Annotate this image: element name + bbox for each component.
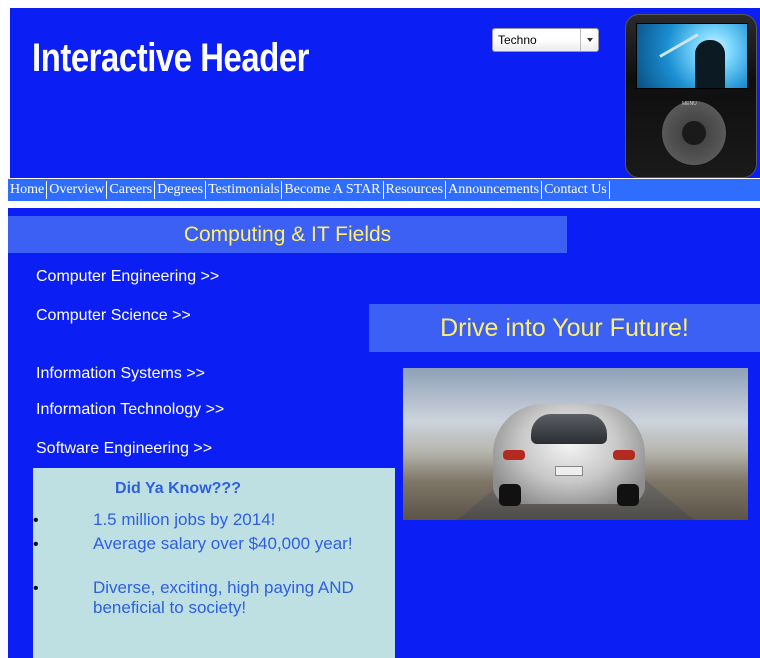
fact-box: Did Ya Know??? • 1.5 million jobs by 201… xyxy=(33,468,395,658)
nav-item-degrees[interactable]: Degrees xyxy=(155,181,207,199)
microphone-icon xyxy=(659,33,699,58)
nav-item-careers[interactable]: Careers xyxy=(107,181,156,199)
bullet-icon: • xyxy=(33,580,39,597)
link-information-systems[interactable]: Information Systems >> xyxy=(36,365,205,383)
nav-item-contact-us[interactable]: Contact Us xyxy=(542,181,610,199)
fact-box-title: Did Ya Know??? xyxy=(115,480,241,497)
car-left-wheel xyxy=(499,484,521,506)
car xyxy=(493,404,645,506)
car-license-plate xyxy=(555,466,583,476)
link-information-technology[interactable]: Information Technology >> xyxy=(36,401,224,419)
bullet-icon: • xyxy=(33,536,39,553)
bullet-icon: • xyxy=(33,512,39,529)
link-computer-engineering[interactable]: Computer Engineering >> xyxy=(36,268,219,286)
car-rear-window xyxy=(531,414,607,444)
nav-item-resources[interactable]: Resources xyxy=(384,181,447,199)
car-right-wheel xyxy=(617,484,639,506)
link-software-engineering[interactable]: Software Engineering >> xyxy=(36,440,212,458)
promo-bar: Drive into Your Future! xyxy=(369,304,760,352)
click-wheel xyxy=(662,101,726,165)
section-heading: Computing & IT Fields xyxy=(183,222,392,246)
genre-select[interactable]: Techno xyxy=(492,28,599,52)
car-right-taillight xyxy=(613,450,635,460)
nav-item-announcements[interactable]: Announcements xyxy=(446,181,543,199)
header-banner: Interactive Header Techno MENU xyxy=(10,8,760,178)
fact-item: 1.5 million jobs by 2014! xyxy=(93,510,276,529)
nav-item-home[interactable]: Home xyxy=(8,181,48,199)
car-image xyxy=(403,368,748,520)
promo-title: Drive into Your Future! xyxy=(440,313,689,342)
chevron-down-icon xyxy=(580,29,598,51)
nav-item-overview[interactable]: Overview xyxy=(47,181,108,199)
car-left-taillight xyxy=(503,450,525,460)
main-nav: Home Overview Careers Degrees Testimonia… xyxy=(8,179,760,201)
genre-select-value: Techno xyxy=(498,33,537,47)
main-content: Computing & IT Fields Computer Engineeri… xyxy=(8,208,760,658)
nav-item-testimonials[interactable]: Testimonials xyxy=(206,181,283,199)
music-player-icon: MENU xyxy=(625,14,757,178)
singer-silhouette xyxy=(695,40,725,88)
player-screen xyxy=(636,23,748,89)
player-menu-label: MENU xyxy=(682,101,697,107)
site-title: Interactive Header xyxy=(32,36,310,80)
link-computer-science[interactable]: Computer Science >> xyxy=(36,307,191,325)
center-button xyxy=(682,121,706,145)
section-heading-bar: Computing & IT Fields xyxy=(8,216,567,253)
nav-item-become-a-star[interactable]: Become A STAR xyxy=(282,181,384,199)
fact-item: Average salary over $40,000 year! xyxy=(93,534,353,553)
fact-item: Diverse, exciting, high paying AND benef… xyxy=(93,578,354,617)
